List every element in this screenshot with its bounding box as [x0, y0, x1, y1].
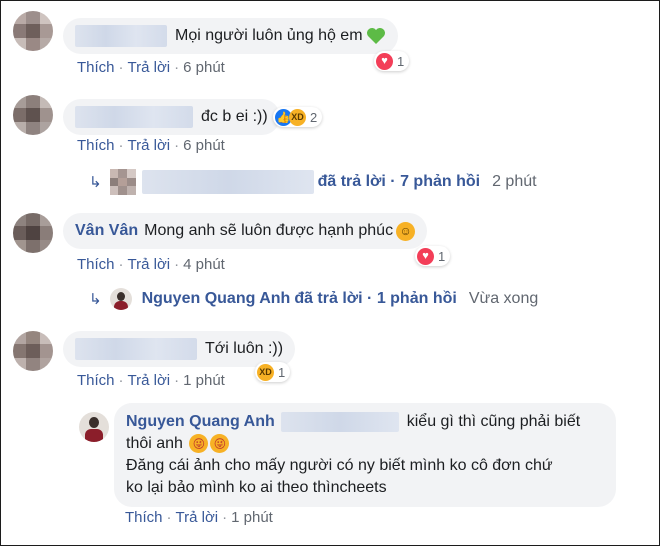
avatar[interactable] — [79, 412, 109, 442]
reaction-summary[interactable]: XD 1 — [255, 362, 291, 382]
avatar-blurred[interactable] — [13, 95, 53, 135]
tongue-emoji: 😜 — [210, 434, 230, 454]
commenter-name[interactable]: Vân Vân — [75, 222, 138, 240]
comment-actions: Thích · Trả lời · 6 phút — [77, 59, 225, 76]
comment-bubble: Vân Vân Mong anh sẽ luôn được hạnh phúc … — [63, 213, 428, 249]
tongue-emoji: 😜 — [189, 434, 209, 454]
reply-actions: Thích · Trả lời · 1 phút — [125, 509, 273, 526]
love-icon: ♥ — [417, 247, 434, 265]
view-replies[interactable]: ↳ đã trả lời · 7 phản hồi 2 phút — [89, 169, 537, 195]
avatar — [109, 288, 132, 310]
blurred-name — [75, 338, 197, 360]
reaction-summary[interactable]: 👍 XD 2 — [273, 107, 323, 127]
avatar-blurred[interactable] — [13, 213, 53, 253]
comment-bubble: đc b ei :)) — [63, 99, 280, 135]
reply-arrow-icon: ↳ — [89, 174, 102, 191]
reaction-summary[interactable]: ♥ 1 — [415, 246, 451, 266]
comment-time[interactable]: 6 phút — [183, 59, 225, 76]
reply-arrow-icon: ↳ — [89, 291, 102, 308]
avatar-blurred[interactable] — [13, 331, 53, 371]
like-link[interactable]: Thích — [77, 137, 115, 154]
reply-link[interactable]: Trả lời — [128, 59, 171, 76]
reply-link[interactable]: Trả lời — [128, 137, 171, 154]
comment-text: Tới luôn :)) — [205, 340, 284, 357]
blurred-name — [75, 106, 193, 128]
comment-text: Mong anh sẽ luôn được hạnh phúc — [144, 222, 394, 239]
comment-actions: Thích · Trả lời · 4 phút — [77, 256, 225, 273]
avatar-blurred[interactable] — [13, 11, 53, 51]
reply-time[interactable]: 1 phút — [231, 509, 273, 526]
reply-link[interactable]: Trả lời — [128, 372, 171, 389]
comment-text: Mọi người luôn ủng hộ em — [175, 27, 363, 44]
comment-bubble: Mọi người luôn ủng hộ em — [63, 18, 398, 54]
view-replies[interactable]: ↳ Nguyen Quang Anh đã trả lời · 1 phản h… — [89, 288, 538, 310]
comment-actions: Thích · Trả lời · 1 phút — [77, 372, 225, 389]
replier-name[interactable]: Nguyen Quang Anh — [126, 413, 275, 430]
comment-time[interactable]: 4 phút — [183, 256, 225, 273]
comment-actions: Thích · Trả lời · 6 phút — [77, 137, 225, 154]
reply-bubble: Nguyen Quang Anh kiểu gì thì cũng phải bi… — [114, 403, 616, 507]
reply-link[interactable]: Trả lời — [128, 256, 171, 273]
like-link[interactable]: Thích — [77, 256, 115, 273]
haha-icon: XD — [289, 108, 306, 126]
love-icon: ♥ — [376, 52, 393, 70]
avatar-blurred — [109, 169, 136, 195]
haha-icon: XD — [257, 363, 274, 381]
green-heart-emoji — [366, 27, 386, 46]
comment-time[interactable]: 6 phút — [183, 137, 225, 154]
like-link[interactable]: Thích — [125, 509, 163, 526]
reply-link[interactable]: Trả lời — [176, 509, 219, 526]
reaction-summary[interactable]: ♥ 1 — [374, 51, 410, 71]
like-link[interactable]: Thích — [77, 59, 115, 76]
comment-time[interactable]: 1 phút — [183, 372, 225, 389]
blurred-name — [75, 25, 167, 47]
like-link[interactable]: Thích — [77, 372, 115, 389]
blurred-tag — [280, 411, 399, 432]
comment-bubble: Tới luôn :)) — [63, 331, 296, 367]
blurred-name — [141, 170, 314, 194]
comment-text: đc b ei :)) — [201, 108, 268, 125]
comment-thread: Mọi người luôn ủng hộ em ♥ 1 Thích · Trả l… — [0, 0, 660, 546]
smile-emoji: ☺ — [396, 221, 416, 241]
